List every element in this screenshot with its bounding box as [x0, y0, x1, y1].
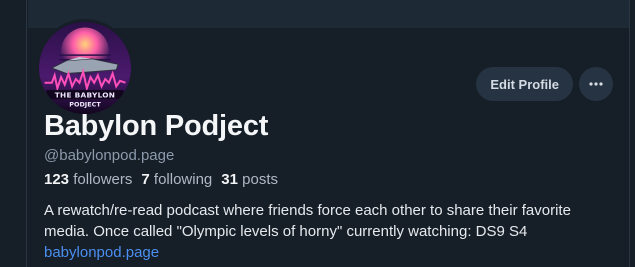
posts-stat: 31 posts — [221, 171, 278, 188]
profile-page: THE BABYLON PODJECT Edit Profile Babylon… — [0, 0, 635, 267]
avatar-logo-image: THE BABYLON PODJECT — [39, 22, 131, 114]
followers-label: followers — [73, 171, 133, 188]
profile-bio: A rewatch/re-read podcast where friends … — [44, 200, 604, 263]
edit-profile-button[interactable]: Edit Profile — [476, 67, 573, 101]
bio-text: A rewatch/re-read podcast where friends … — [44, 202, 571, 240]
more-options-button[interactable] — [579, 67, 613, 101]
bio-link[interactable]: babylonpod.page — [44, 244, 159, 261]
display-name: Babylon Podject — [44, 110, 269, 142]
right-edge — [629, 0, 635, 267]
profile-banner[interactable] — [28, 0, 635, 28]
profile-actions: Edit Profile — [476, 67, 613, 101]
following-count: 7 — [141, 171, 150, 188]
posts-label: posts — [242, 171, 278, 188]
following-label: following — [153, 171, 213, 188]
left-rail — [0, 0, 27, 267]
profile-handle[interactable]: @babylonpod.page — [44, 147, 174, 164]
avatar-text-line2: PODJECT — [69, 101, 101, 109]
avatar-text-line1: THE BABYLON — [55, 90, 116, 99]
profile-panel: THE BABYLON PODJECT Edit Profile Babylon… — [28, 0, 635, 267]
posts-count: 31 — [221, 171, 238, 188]
profile-stats: 123 followers 7 following 31 posts — [44, 171, 278, 188]
ellipsis-icon — [589, 82, 603, 86]
following-stat[interactable]: 7 following — [141, 171, 212, 188]
followers-count: 123 — [44, 171, 70, 188]
followers-stat[interactable]: 123 followers — [44, 171, 132, 188]
avatar[interactable]: THE BABYLON PODJECT — [36, 19, 134, 117]
